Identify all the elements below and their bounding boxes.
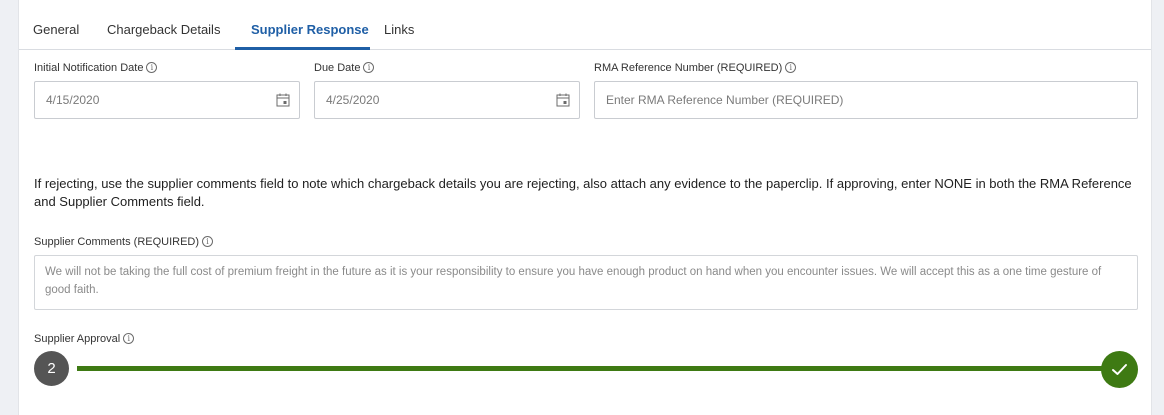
rma-reference-label: RMA Reference Number (REQUIRED) i	[594, 62, 797, 74]
approval-step-indicator[interactable]: 2	[34, 351, 69, 386]
supplier-comments-label-text: Supplier Comments (REQUIRED)	[34, 236, 200, 248]
calendar-icon[interactable]	[556, 93, 570, 107]
active-tab-indicator	[235, 47, 370, 50]
initial-notification-date-label-text: Initial Notification Date	[34, 62, 144, 74]
tab-supplier-response[interactable]: Supplier Response	[251, 22, 369, 37]
approval-progress-track	[77, 366, 1105, 371]
initial-notification-date-label: Initial Notification Date i	[34, 62, 158, 74]
info-icon[interactable]: i	[785, 62, 797, 73]
rma-reference-label-text: RMA Reference Number (REQUIRED)	[594, 62, 783, 74]
supplier-comments-textarea[interactable]: We will not be taking the full cost of p…	[34, 255, 1138, 310]
tab-general[interactable]: General	[33, 22, 79, 37]
supplier-response-panel: General Chargeback Details Supplier Resp…	[18, 0, 1152, 415]
initial-notification-date-field[interactable]: 4/15/2020	[34, 81, 300, 119]
due-date-label-text: Due Date	[314, 62, 361, 74]
info-icon[interactable]: i	[363, 62, 375, 73]
rma-reference-placeholder: Enter RMA Reference Number (REQUIRED)	[606, 93, 844, 107]
supplier-approval-label-text: Supplier Approval	[34, 333, 121, 345]
checkmark-icon	[1112, 364, 1127, 375]
tab-chargeback-details[interactable]: Chargeback Details	[107, 22, 220, 37]
tab-links[interactable]: Links	[384, 22, 414, 37]
supplier-approval-label: Supplier Approval i	[34, 333, 135, 345]
due-date-value: 4/25/2020	[326, 93, 380, 107]
info-icon[interactable]: i	[146, 62, 158, 73]
supplier-comments-label: Supplier Comments (REQUIRED) i	[34, 236, 214, 248]
calendar-icon[interactable]	[276, 93, 290, 107]
info-icon[interactable]: i	[202, 236, 214, 247]
initial-notification-date-value: 4/15/2020	[46, 93, 100, 107]
instruction-text: If rejecting, use the supplier comments …	[34, 176, 1132, 209]
info-icon[interactable]: i	[123, 333, 135, 344]
due-date-field[interactable]: 4/25/2020	[314, 81, 580, 119]
rma-reference-input[interactable]: Enter RMA Reference Number (REQUIRED)	[594, 81, 1138, 119]
approval-complete-indicator[interactable]	[1101, 351, 1138, 388]
tab-bar: General Chargeback Details Supplier Resp…	[19, 0, 1151, 50]
due-date-label: Due Date i	[314, 62, 375, 74]
